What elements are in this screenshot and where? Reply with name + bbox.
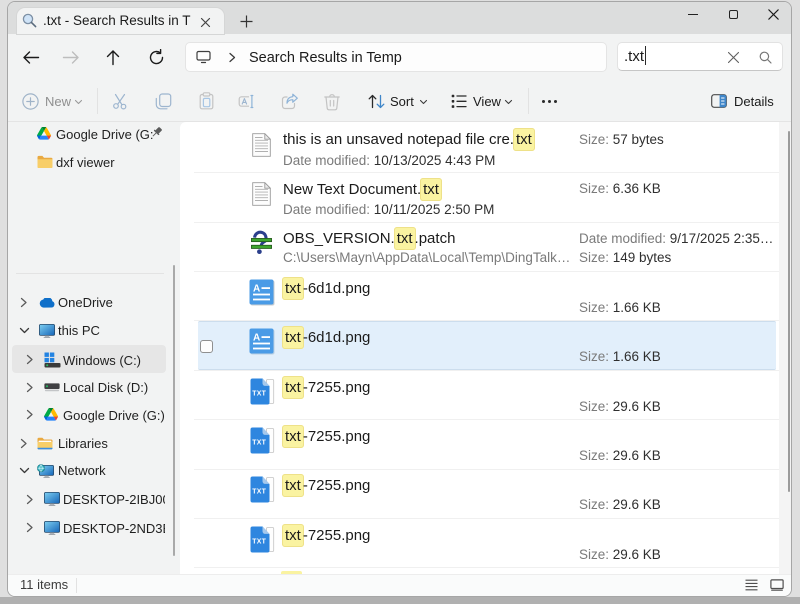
svg-text:TXT: TXT	[252, 538, 266, 545]
svg-text:A: A	[253, 283, 260, 294]
svg-text:A: A	[253, 333, 260, 344]
svg-text:TXT: TXT	[252, 390, 266, 397]
svg-text:TXT: TXT	[252, 488, 266, 495]
svg-text:TXT: TXT	[252, 439, 266, 446]
